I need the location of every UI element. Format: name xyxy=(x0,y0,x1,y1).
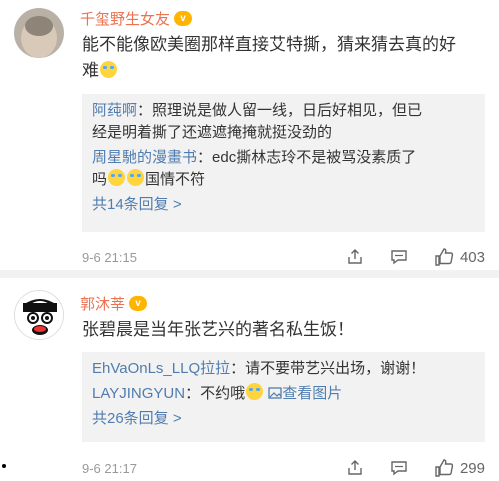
reply-text: 国情不符 xyxy=(145,171,206,188)
laugh-cry-emoji-icon xyxy=(127,169,145,186)
action-bar: 403 xyxy=(320,248,485,266)
reply-text: 吗 xyxy=(92,171,108,188)
comment-icon[interactable] xyxy=(390,459,408,477)
comment-text-line: 难 xyxy=(82,58,484,84)
share-icon[interactable] xyxy=(346,459,364,477)
reply-colon: ： xyxy=(230,360,246,377)
reply-item[interactable]: 周星馳的漫畫书：edc撕林志玲不是被骂没素质了 吗 国情不符 xyxy=(92,147,475,191)
like-icon xyxy=(435,248,454,266)
reply-colon: ： xyxy=(137,102,153,119)
reply-text: 请不要带艺兴出场，谢谢！ xyxy=(245,360,426,377)
username[interactable]: 千玺野生女友 v xyxy=(80,8,193,29)
timestamp: 9-6 21:15 xyxy=(82,250,137,265)
reply-text: 不约哦 xyxy=(200,385,246,402)
timestamp: 9-6 21:17 xyxy=(82,461,137,476)
comment-text-fragment: 难 xyxy=(82,61,99,80)
reply-username[interactable]: EhVaOnLs_LLQ拉拉 xyxy=(92,360,230,377)
vip-badge-icon: v xyxy=(174,11,193,26)
reply-colon: ： xyxy=(197,149,213,166)
like-button[interactable]: 299 xyxy=(434,459,485,477)
like-icon xyxy=(435,459,454,477)
reply-username[interactable]: 周星馳的漫畫书 xyxy=(92,149,197,166)
reply-item[interactable]: EhVaOnLs_LLQ拉拉：请不要带艺兴出场，谢谢！ xyxy=(92,358,475,380)
view-image-link[interactable]: 查看图片 xyxy=(268,385,342,402)
comment-footer: 9-6 21:17 299 xyxy=(82,459,485,481)
like-count: 299 xyxy=(459,459,485,477)
share-icon[interactable] xyxy=(346,248,364,266)
bullet-dot xyxy=(2,464,6,468)
reply-item[interactable]: LAYJINGYUN：不约哦 查看图片 xyxy=(92,383,475,405)
vip-badge-icon: v xyxy=(129,296,148,311)
reply-box[interactable]: EhVaOnLs_LLQ拉拉：请不要带艺兴出场，谢谢！ LAYJINGYUN：不… xyxy=(82,352,485,442)
reply-text: edc撕林志玲不是被骂没素质了 xyxy=(212,149,417,166)
laugh-cry-emoji-icon xyxy=(108,169,126,186)
username-text[interactable]: 郭沐莘 xyxy=(80,293,125,314)
image-icon xyxy=(268,387,282,399)
sweat-smile-emoji-icon xyxy=(246,383,264,400)
divider xyxy=(0,270,499,278)
reply-text: 经是明着撕了还遮遮掩掩就挺没劲的 xyxy=(92,124,333,141)
like-count: 403 xyxy=(459,248,485,266)
comment-text: 能不能像欧美圈那样直接艾特撕，猜来猜去真的好 难 xyxy=(82,32,484,84)
avatar[interactable] xyxy=(14,290,64,340)
username-text[interactable]: 千玺野生女友 xyxy=(80,8,170,29)
comment-text-line: 能不能像欧美圈那样直接艾特撕，猜来猜去真的好 xyxy=(82,35,456,54)
reply-text: 照理说是做人留一线，日后好相见，但已 xyxy=(152,102,423,119)
comment-icon[interactable] xyxy=(390,248,408,266)
more-replies-link[interactable]: 共14条回复 > xyxy=(92,194,475,216)
action-bar: 299 xyxy=(320,459,485,477)
comment-footer: 9-6 21:15 403 xyxy=(82,248,485,270)
comment-text: 张碧晨是当年张艺兴的著名私生饭！ xyxy=(82,317,484,343)
avatar[interactable] xyxy=(14,8,64,58)
comment-text-line: 张碧晨是当年张艺兴的著名私生饭！ xyxy=(82,320,354,339)
laugh-cry-emoji-icon xyxy=(100,61,117,78)
like-button[interactable]: 403 xyxy=(434,248,485,266)
view-image-label[interactable]: 查看图片 xyxy=(282,385,342,402)
reply-colon: ： xyxy=(185,385,201,402)
more-replies-link[interactable]: 共26条回复 > xyxy=(92,408,475,430)
username[interactable]: 郭沐莘 v xyxy=(80,293,148,314)
reply-username[interactable]: LAYJINGYUN xyxy=(92,385,185,402)
reply-username[interactable]: 阿莼啊 xyxy=(92,102,137,119)
reply-item[interactable]: 阿莼啊：照理说是做人留一线，日后好相见，但已 经是明着撕了还遮遮掩掩就挺没劲的 xyxy=(92,100,475,144)
reply-box[interactable]: 阿莼啊：照理说是做人留一线，日后好相见，但已 经是明着撕了还遮遮掩掩就挺没劲的 … xyxy=(82,94,485,232)
